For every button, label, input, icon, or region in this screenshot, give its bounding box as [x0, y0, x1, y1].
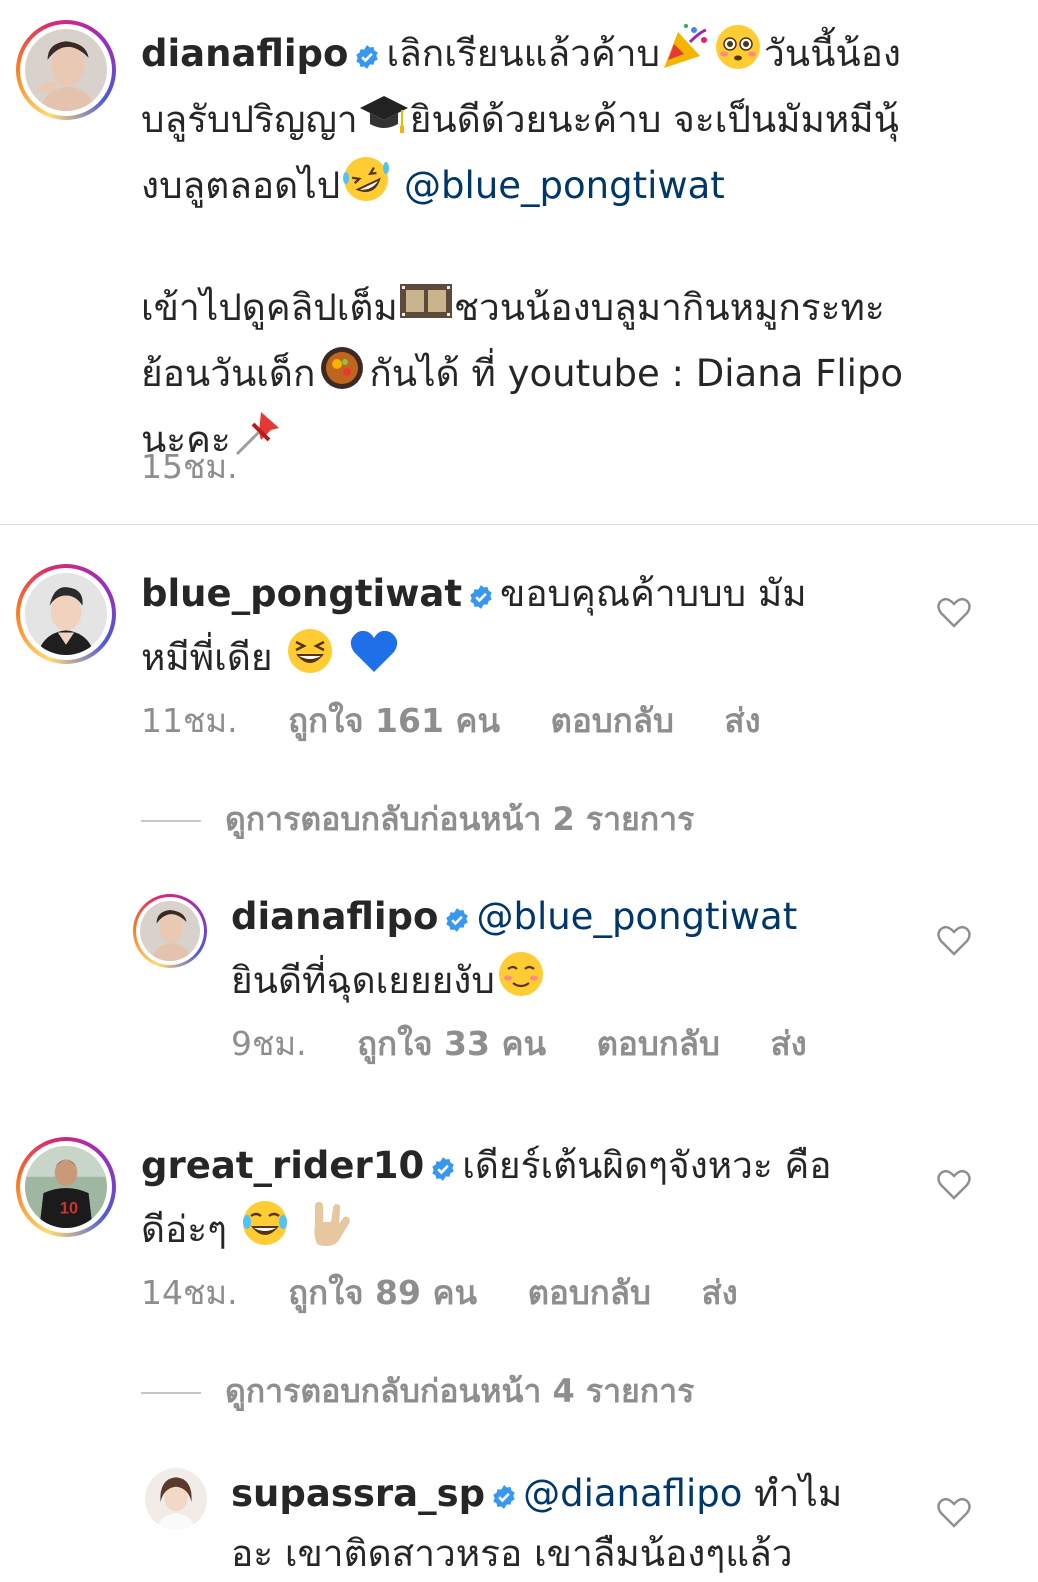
avatar-blue-pongtiwat[interactable]: [16, 564, 116, 664]
shallow-pan-of-food-icon: [315, 342, 369, 408]
replies-line-divider: [141, 820, 201, 822]
verified-badge-icon: [468, 570, 494, 626]
view-previous-replies-button[interactable]: ดูการตอบกลับก่อนหน้า 2 รายการ: [141, 794, 694, 845]
reply-meta: 9ชม. ถูกใจ 33 คน ตอบกลับ ส่ง: [231, 1017, 847, 1070]
avatar-image: [145, 1468, 207, 1530]
verified-badge-icon: [430, 1142, 456, 1198]
send-button[interactable]: ส่ง: [701, 1273, 737, 1312]
send-button[interactable]: ส่ง: [770, 1024, 806, 1063]
caption-line1b: วันนี้น้อง: [764, 32, 901, 75]
comment-likes-link[interactable]: ถูกใจ 161 คน: [288, 701, 500, 740]
comment-text: great_rider10 เดียร์เต้นผิดๆจังหวะ คือ ดี…: [141, 1138, 921, 1264]
flushed-face-icon: [712, 22, 764, 88]
reply-button[interactable]: ตอบกลับ: [551, 701, 674, 740]
comment-username[interactable]: great_rider10: [141, 1144, 424, 1187]
avatar-dianaflipo[interactable]: [133, 894, 207, 968]
avatar-image: 10: [25, 1146, 107, 1228]
reply-time: 9ชม.: [231, 1024, 307, 1063]
like-comment-heart-icon[interactable]: [937, 1169, 971, 1201]
avatar-image: [25, 573, 107, 655]
replies-line-divider: [141, 1392, 201, 1394]
comment-time: 14ชม.: [141, 1273, 238, 1312]
reply-mention-link[interactable]: @dianaflipo: [523, 1472, 742, 1515]
caption-line3: งบลูตลอดไป: [141, 164, 341, 207]
caption-divider: [0, 524, 1038, 525]
caption-mention-link[interactable]: @blue_pongtiwat: [404, 164, 725, 207]
like-comment-heart-icon[interactable]: [937, 597, 971, 629]
comment-text: blue_pongtiwat ขอบคุณค้าบบบ มัม หมีพี่เดี…: [141, 566, 921, 692]
comment-body-line2: ดีอ่ะๆ: [141, 1208, 227, 1251]
comment-body-line2: หมีพี่เดีย: [141, 636, 273, 679]
caption-para2-line1a: เข้าไปดูคลิปเต็ม: [141, 286, 398, 329]
comment-username[interactable]: blue_pongtiwat: [141, 572, 462, 615]
party-popper-icon: [660, 22, 712, 88]
avatar-supassra-sp[interactable]: [145, 1468, 207, 1530]
smiling-face-icon: [495, 949, 547, 1015]
reply-body-line2: อะ เขาติดสาวหรอ เขาลืมน้องๆแล้ว: [231, 1532, 793, 1575]
reply-text: supassra_sp @dianaflipo ทำไม อะ เขาติดสาว…: [231, 1466, 931, 1582]
avatar-great-rider10[interactable]: 10: [16, 1137, 116, 1237]
verified-badge-icon: [354, 30, 380, 86]
verified-badge-icon: [491, 1470, 517, 1526]
comment-body-line1: เดียร์เต้นผิดๆจังหวะ คือ: [462, 1144, 832, 1187]
graduation-cap-icon: [358, 88, 410, 154]
caption-line2: บลูรับปริญญา: [141, 98, 358, 141]
like-reply-heart-icon[interactable]: [937, 925, 971, 957]
avatar-image: [25, 29, 107, 111]
reply-mention-link[interactable]: @blue_pongtiwat: [476, 895, 797, 938]
comment-meta: 11ชม. ถูกใจ 161 คน ตอบกลับ ส่ง: [141, 694, 801, 747]
view-previous-replies-button[interactable]: ดูการตอบกลับก่อนหน้า 4 รายการ: [141, 1366, 694, 1417]
caption-username[interactable]: dianaflipo: [141, 32, 348, 75]
reply-likes-link[interactable]: ถูกใจ 33 คน: [357, 1024, 546, 1063]
caption-text: dianaflipo เลิกเรียนแล้วค้าบ วันนี้น้อง บล…: [141, 22, 1001, 474]
caption-line2b: ยินดีด้วยนะค้าบ จะเป็นมัมหมีนุ้: [409, 98, 899, 141]
reply-button[interactable]: ตอบกลับ: [597, 1024, 720, 1063]
svg-text:10: 10: [60, 1200, 78, 1218]
reply-button[interactable]: ตอบกลับ: [528, 1273, 651, 1312]
like-reply-heart-icon[interactable]: [937, 1497, 971, 1529]
reply-body-line1: ทำไม: [754, 1472, 843, 1515]
tears-of-joy-face-icon: [239, 1198, 291, 1264]
avatar-image: [140, 901, 200, 961]
avatar-dianaflipo[interactable]: [16, 20, 116, 120]
comment-meta: 14ชม. ถูกใจ 89 คน ตอบกลับ ส่ง: [141, 1266, 778, 1319]
blue-heart-icon: [348, 626, 400, 692]
reply-text: dianaflipo @blue_pongtiwat ยินดีที่ฉุดเยย…: [231, 889, 931, 1015]
verified-badge-icon: [444, 893, 470, 949]
caption-para2-line2a: ย้อนวันเด็ก: [141, 352, 316, 395]
film-frames-icon: [398, 276, 454, 342]
grinning-squinting-face-icon: [284, 626, 336, 692]
caption-timestamp: 15ชม.: [141, 447, 238, 486]
reply-username[interactable]: dianaflipo: [231, 895, 438, 938]
send-button[interactable]: ส่ง: [724, 701, 760, 740]
caption-line1: เลิกเรียนแล้วค้าบ: [386, 32, 660, 75]
rolling-laughing-face-icon: [340, 154, 392, 220]
caption-para2-line2b: กันได้ ที่ youtube : Diana Flipo: [369, 352, 904, 395]
reply-body: ยินดีที่ฉุดเยยยงับ: [231, 959, 495, 1002]
comment-body-line1: ขอบคุณค้าบบบ มัม: [500, 572, 807, 615]
comment-time: 11ชม.: [141, 701, 238, 740]
reply-username[interactable]: supassra_sp: [231, 1472, 485, 1515]
comment-likes-link[interactable]: ถูกใจ 89 คน: [288, 1273, 477, 1312]
caption-para2-line1b: ชวนน้องบลูมากินหมูกระทะ: [453, 286, 885, 329]
love-you-gesture-icon: [303, 1198, 355, 1264]
